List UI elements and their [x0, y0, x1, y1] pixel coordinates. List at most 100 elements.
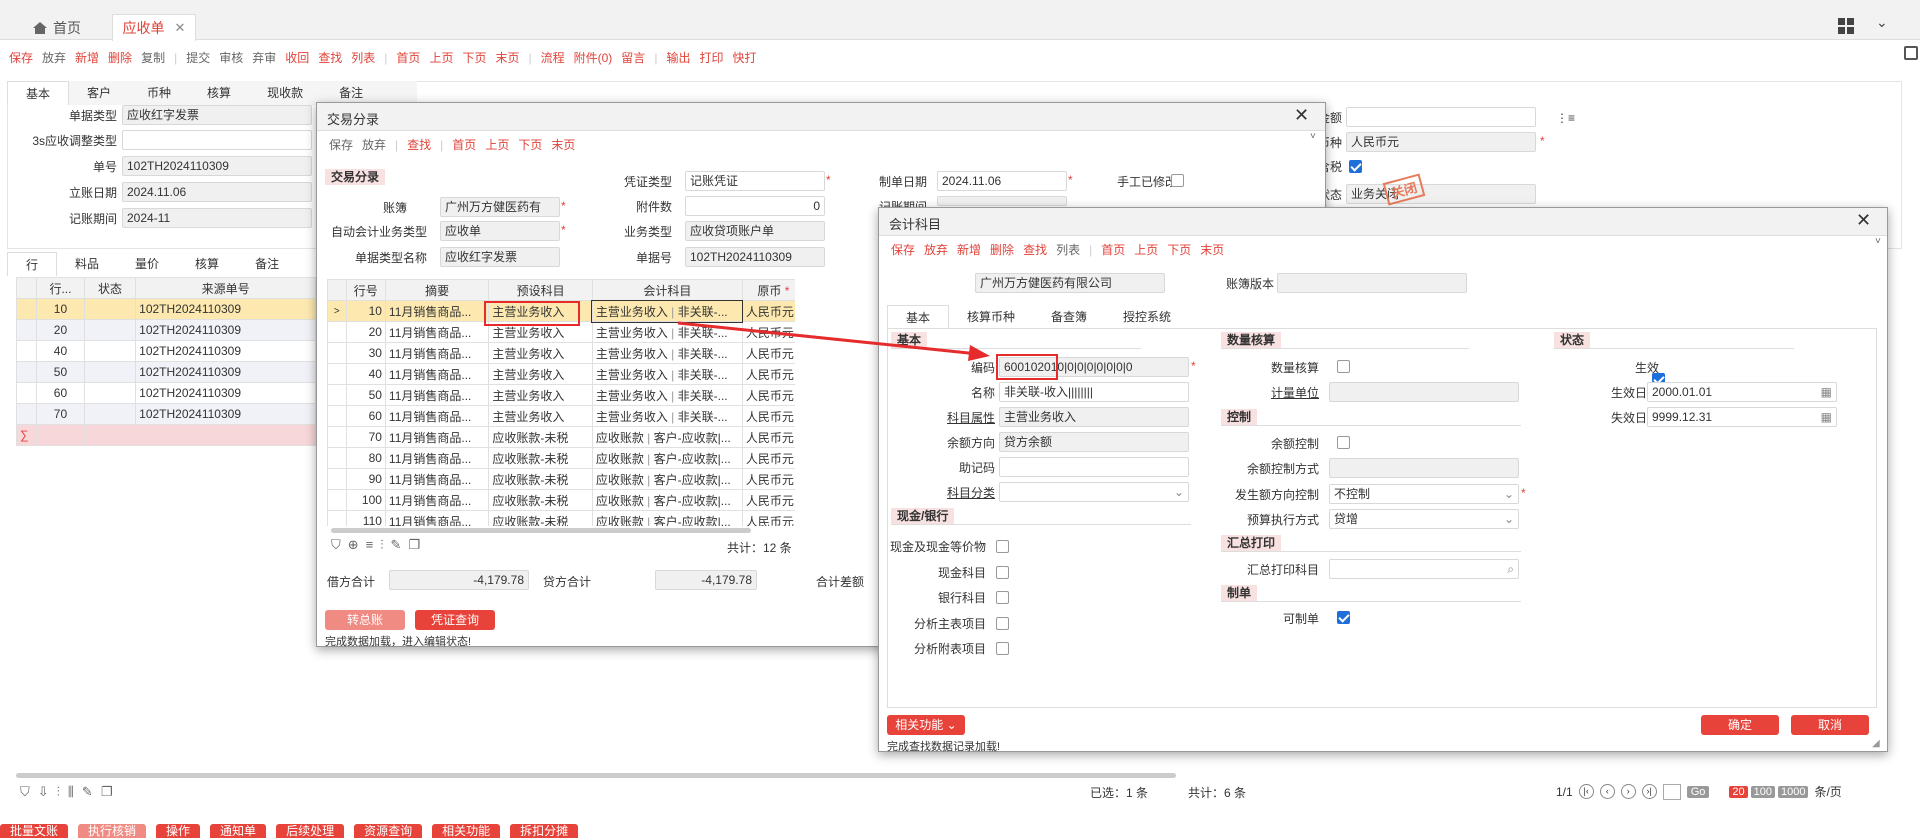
account-cell[interactable]: 应收账款 | 客户-应收款|... — [591, 489, 743, 511]
toolbar-button[interactable]: 放弃 — [42, 49, 66, 66]
next-page-icon[interactable]: › — [1620, 784, 1636, 799]
budget-select[interactable]: 贷增 ⌄ — [1329, 509, 1519, 529]
toolbar-button[interactable]: 快打 — [732, 49, 756, 66]
cash-item-checkbox[interactable] — [996, 591, 1009, 605]
tab-home[interactable]: 首页 — [33, 18, 81, 38]
toolbar-button[interactable]: 打印 — [699, 49, 723, 66]
period-field[interactable]: 2024-11 — [122, 208, 312, 228]
adj-type-field[interactable] — [122, 130, 312, 150]
toolbar-button[interactable]: 上页 — [485, 136, 509, 153]
tab-active-receivable[interactable]: 应收单 ✕ — [112, 14, 196, 41]
form-tab-2[interactable]: 币种 — [129, 81, 189, 105]
toolbar-button[interactable]: 审核 — [219, 49, 243, 66]
page-input[interactable] — [1662, 783, 1681, 800]
filter-icon[interactable]: ⛉ — [331, 537, 341, 553]
bottom-button[interactable]: 资源查询 — [354, 824, 423, 838]
toolbar-button[interactable]: 上页 — [429, 49, 453, 66]
bottom-button[interactable]: 拆扣分摊 — [510, 824, 579, 838]
bottom-button[interactable]: 操作 — [156, 824, 201, 838]
filter-icon[interactable]: ⛉ — [20, 784, 30, 800]
toolbar-button[interactable]: 首页 — [1101, 241, 1125, 258]
toolbar-button[interactable]: 新增 — [957, 241, 981, 258]
category-label[interactable]: 科目分类 — [939, 484, 995, 501]
balance-control-checkbox[interactable] — [1337, 436, 1350, 449]
detail-tab-4[interactable]: 备注 — [237, 252, 297, 276]
account-cell[interactable]: 主营业务收入 | 非关联-... — [591, 321, 743, 343]
cash-item-checkbox[interactable] — [996, 540, 1009, 554]
detail-tab-2[interactable]: 量价 — [117, 252, 177, 276]
close-icon[interactable]: ✕ — [1294, 105, 1309, 126]
toolbar-button[interactable]: 流程 — [541, 49, 565, 66]
occurrence-select[interactable]: 不控制 ⌄ — [1329, 484, 1519, 504]
table-row[interactable]: 90 11月销售商品... 应收账款-未税 应收账款 | 客户-应收款|... 人民币元… — [327, 468, 795, 490]
last-page-icon[interactable]: ›| — [1641, 784, 1657, 799]
table-row[interactable]: 80 11月销售商品... 应收账款-未税 应收账款 | 客户-应收款|... 人民币元… — [327, 447, 795, 469]
toolbar-button[interactable]: 保存 — [9, 49, 33, 66]
toolbar-button[interactable]: 末页 — [1200, 241, 1224, 258]
table-row[interactable]: 40 102TH2024110309 — [16, 340, 316, 362]
related-functions-button[interactable]: 相关功能 ⌄ — [887, 715, 965, 735]
horizontal-scrollbar[interactable] — [16, 773, 1176, 778]
txn-manual-checkbox[interactable] — [1171, 174, 1184, 187]
account-tab-2[interactable]: 备查簿 — [1033, 305, 1105, 329]
cash-item-checkbox[interactable] — [996, 616, 1009, 630]
table-row[interactable]: 110 11月销售商品... 应收账款-未税 应收账款 | 客户-应收款|... 人民币… — [327, 510, 795, 526]
close-icon[interactable]: ✕ — [1856, 210, 1871, 231]
column-header[interactable]: 原币 * — [741, 279, 795, 301]
toolbar-button[interactable]: 列表 — [351, 49, 375, 66]
table-row[interactable]: 3011月销售商品...主营业务收入主营业务收入 | 非关联-...人民币元人民… — [327, 342, 795, 364]
account-cell[interactable]: 主营业务收入 | 非关联-... — [591, 299, 744, 323]
toolbar-button[interactable]: 删除 — [990, 241, 1014, 258]
bottom-button[interactable]: 后续处理 — [276, 824, 345, 838]
table-row[interactable]: 70 102TH2024110309 — [16, 403, 316, 425]
toolbar-button[interactable]: 保存 — [891, 241, 915, 258]
toolbar-button[interactable]: 放弃 — [924, 241, 948, 258]
toolbar-button[interactable]: 首页 — [396, 49, 420, 66]
insert-row-icon[interactable]: ≡ — [366, 537, 374, 553]
table-row[interactable]: 50 102TH2024110309 — [16, 361, 316, 383]
toolbar-button[interactable]: 列表 — [1056, 241, 1080, 258]
bottom-button[interactable]: 通知单 — [210, 824, 267, 838]
currency-field[interactable]: 人民币元 — [1346, 132, 1536, 152]
toolbar-button[interactable]: 查找 — [407, 136, 431, 153]
grid-menu-icon[interactable] — [1838, 18, 1854, 34]
close-tab-icon[interactable]: ✕ — [175, 20, 186, 36]
toolbar-button[interactable]: 弃审 — [252, 49, 276, 66]
toolbar-button[interactable]: 下页 — [1167, 241, 1191, 258]
toolbar-button[interactable]: 查找 — [318, 49, 342, 66]
table-row[interactable]: 4011月销售商品...主营业务收入主营业务收入 | 非关联-...人民币元人民… — [327, 363, 795, 385]
table-row[interactable]: 6011月销售商品...主营业务收入主营业务收入 | 非关联-...人民币元人民… — [327, 405, 795, 427]
toolbar-button[interactable]: 删除 — [108, 49, 132, 66]
account-tab-3[interactable]: 授控系统 — [1105, 305, 1189, 329]
account-cell[interactable]: 主营业务收入 | 非关联-... — [591, 363, 743, 385]
toolbar-button[interactable]: 末页 — [495, 49, 519, 66]
tree-icon[interactable]: ⫶ — [57, 784, 60, 800]
column-header[interactable]: 摘要 — [384, 279, 490, 301]
account-cell[interactable]: 应收账款 | 客户-应收款|... — [591, 447, 743, 469]
table-row[interactable]: 60 102TH2024110309 — [16, 382, 316, 404]
post-ledger-button[interactable]: 转总账 — [325, 610, 405, 630]
account-cell[interactable]: 应收账款 | 客户-应收款|... — [591, 426, 743, 448]
toolbar-button[interactable]: 附件(0) — [574, 49, 613, 66]
can-make-checkbox[interactable] — [1337, 611, 1350, 624]
txn-voucher-type-field[interactable]: 记账凭证 — [685, 171, 825, 191]
account-cell[interactable]: 应收账款 | 客户-应收款|... — [591, 510, 743, 526]
column-header[interactable]: 预设科目 — [488, 279, 593, 301]
table-row[interactable]: 10 102TH2024110309 — [16, 298, 316, 320]
list-settings-icon[interactable]: ⋮≡ — [1556, 111, 1575, 125]
collapse-icon[interactable]: ˅ — [1310, 131, 1316, 142]
unit-label[interactable]: 计量单位 — [1239, 384, 1319, 401]
toolbar-button[interactable]: 提交 — [186, 49, 210, 66]
cash-item-checkbox[interactable] — [996, 642, 1009, 656]
go-button[interactable]: Go — [1686, 785, 1710, 798]
toolbar-button[interactable]: 复制 — [141, 49, 165, 66]
column-header[interactable]: 会计科目 — [591, 279, 743, 301]
account-tab-0[interactable]: 基本 — [887, 305, 950, 329]
account-cell[interactable]: 主营业务收入 | 非关联-... — [591, 342, 743, 364]
account-cell[interactable]: 应收账款 | 客户-应收款|... — [591, 468, 743, 490]
account-cell[interactable]: 主营业务收入 | 非关联-... — [591, 384, 743, 406]
bottom-button[interactable]: 执行核销 — [78, 824, 147, 838]
add-row-icon[interactable]: ⊕ — [348, 537, 359, 553]
doc-type-field[interactable]: 应收红字发票 — [122, 105, 312, 125]
form-tab-4[interactable]: 现收款 — [249, 81, 321, 105]
